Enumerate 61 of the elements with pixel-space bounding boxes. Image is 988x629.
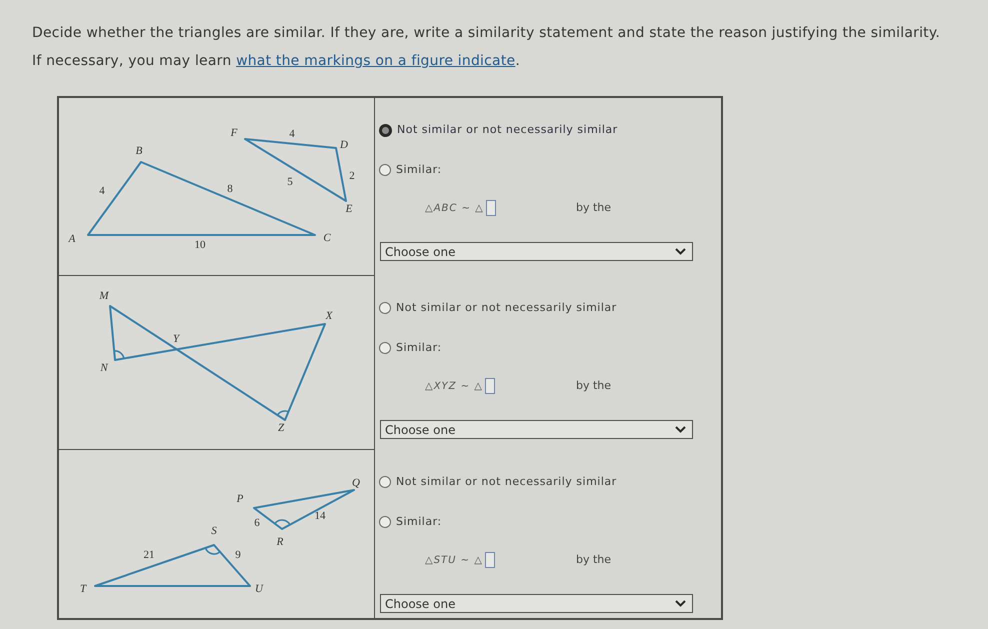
answer-box[interactable] [484, 552, 495, 568]
vertex-label: T [80, 583, 86, 595]
side-length-label: 10 [194, 239, 206, 251]
side-length-label: 21 [144, 549, 154, 561]
similarity-statement: △STU ~ △ [425, 554, 483, 568]
vertex-label: B [136, 145, 142, 157]
radio-button[interactable] [379, 516, 391, 528]
similarity-statement: △ABC ~ △ [425, 202, 484, 216]
option-label: Similar: [396, 515, 442, 529]
vertex-label: A [68, 233, 76, 245]
chevron-down-icon [675, 600, 686, 607]
radio-button[interactable] [379, 476, 391, 488]
help-text: If necessary, you may learn what the markings on a figure indicate. [32, 52, 520, 71]
radio-button[interactable] [379, 164, 391, 176]
radio-button[interactable] [379, 342, 391, 354]
vertex-label: P [236, 493, 244, 505]
reason-dropdown[interactable]: Choose one [380, 420, 693, 439]
side-length-label: 8 [227, 183, 233, 195]
option-label: Not similar or not necessarily similar [397, 123, 618, 137]
reason-dropdown[interactable]: Choose one [380, 594, 693, 613]
chevron-down-icon [675, 426, 686, 433]
vertex-label: Q [352, 477, 360, 489]
option-label: Similar: [396, 163, 442, 177]
vertex-label: F [230, 127, 238, 139]
answer-box[interactable] [486, 200, 496, 216]
vertex-label: U [255, 583, 263, 595]
vertex-label: D [340, 139, 348, 151]
side-length-label: 4 [289, 128, 295, 140]
vertex-label: R [276, 536, 284, 548]
angle-mark-icon [204, 548, 220, 555]
option-label: Not similar or not necessarily similar [396, 475, 617, 489]
angle-mark-icon [114, 350, 125, 359]
by-the-text: by the [576, 200, 612, 216]
vertex-label: M [99, 290, 109, 302]
side-length-label: 14 [314, 510, 326, 522]
side-length-label: 6 [254, 517, 260, 529]
side-length-label: 9 [235, 549, 241, 561]
vertex-label: X [326, 310, 332, 322]
by-the-text: by the [576, 378, 612, 394]
angle-mark-icon [276, 410, 289, 416]
radio-button[interactable] [379, 302, 391, 314]
help-link[interactable]: what the markings on a figure indicate [236, 53, 516, 69]
by-the-text: by the [576, 552, 612, 568]
option-label: Not similar or not necessarily similar [396, 301, 617, 315]
vertex-label: E [346, 203, 352, 215]
side-length-label: 2 [349, 170, 355, 182]
vertex-label: N [100, 362, 108, 374]
radio-button[interactable] [379, 124, 392, 136]
similarity-statement: △XYZ ~ △ [425, 380, 483, 394]
vertex-label: S [211, 525, 217, 537]
reason-dropdown[interactable]: Choose one [380, 242, 693, 261]
vertex-label: Z [278, 422, 284, 434]
vertex-label: Y [172, 333, 180, 345]
chevron-down-icon [675, 248, 686, 255]
option-label: Similar: [396, 341, 442, 355]
instruction-text: Decide whether the triangles are similar. If they are, write a similarity statement and state the reason justifying the similarity. [32, 24, 940, 43]
side-length-label: 5 [287, 176, 293, 188]
side-length-label: 4 [99, 185, 105, 197]
answer-box[interactable] [484, 378, 495, 394]
vertex-label: C [323, 232, 331, 244]
angle-mark-icon [274, 519, 291, 526]
